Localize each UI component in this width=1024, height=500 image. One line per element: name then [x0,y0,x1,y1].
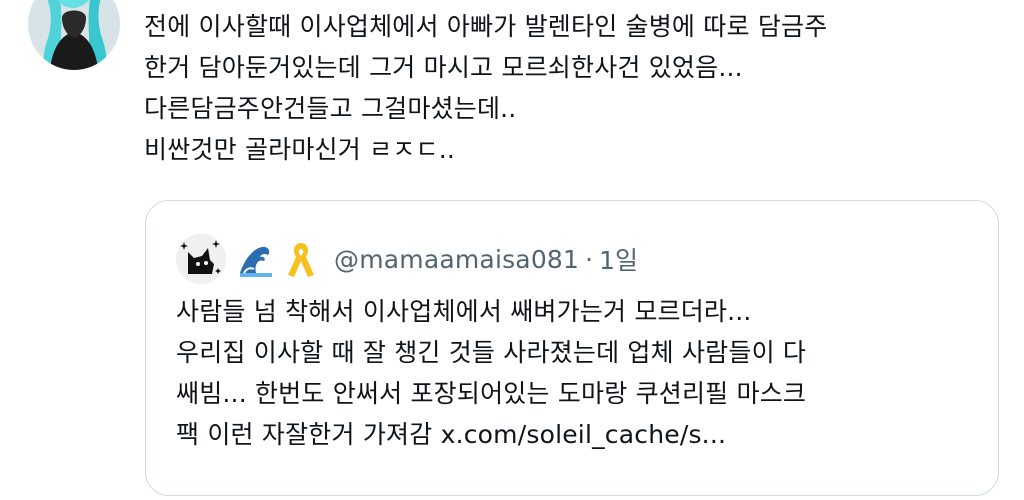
separator-dot: · [585,244,594,274]
avatar-icon [28,0,120,70]
quoted-tweet-text: 사람들 넘 착해서 이사업체에서 쌔벼가는거 모르더라... 우리집 이사할 때… [176,297,807,449]
quoted-author-avatar[interactable] [176,234,226,284]
cat-sparkle-avatar-icon [176,234,226,284]
quoted-author-handle[interactable]: @mamaamaisa081 [334,245,579,274]
quoted-tweet-time[interactable]: 1일 [599,241,638,277]
yellow-ribbon-emoji [284,239,318,279]
ribbon-icon [288,243,314,277]
author-avatar[interactable] [28,0,120,70]
quoted-tweet-card[interactable]: @mamaamaisa081 · 1일 사람들 넘 착해서 이사업체에서 쌔벼가… [145,200,999,496]
quoted-tweet-header: @mamaamaisa081 · 1일 [176,233,638,285]
wave-icon [240,246,272,277]
tweet-page: 전에 이사할때 이사업체에서 아빠가 발렌타인 술병에 따로 담금주 한거 담아… [0,0,1024,500]
tweet-text: 전에 이사할때 이사업체에서 아빠가 발렌타인 술병에 따로 담금주 한거 담아… [144,12,828,164]
wave-emoji [238,239,272,279]
